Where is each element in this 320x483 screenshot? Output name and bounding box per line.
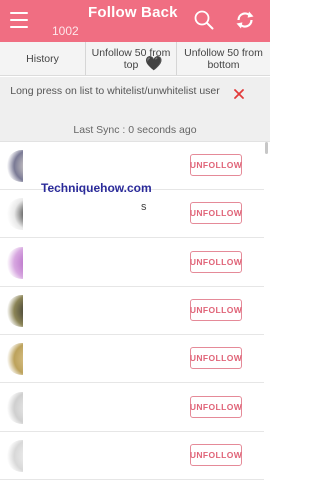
unfollow-button[interactable]: UNFOLLOW (190, 443, 242, 466)
tab-unfollow-50-bottom[interactable]: Unfollow 50 from bottom (177, 42, 270, 75)
follower-count: 1002 (52, 24, 79, 38)
list-item[interactable]: UNFOLLOW (0, 286, 264, 335)
sync-icon[interactable] (234, 9, 256, 31)
unfollow-button[interactable]: UNFOLLOW (190, 202, 242, 225)
unfollow-button[interactable]: UNFOLLOW (190, 298, 242, 321)
app-bar: Follow Back 1002 (0, 0, 270, 42)
unfollow-button[interactable]: UNFOLLOW (190, 347, 242, 370)
close-icon[interactable] (233, 88, 245, 100)
whitelist-hint: Long press on list to whitelist/unwhitel… (10, 85, 220, 97)
username (23, 431, 143, 479)
username (23, 190, 143, 238)
watermark: Techniquehow.com (41, 181, 152, 195)
username (23, 238, 143, 286)
list-item[interactable]: UNFOLLOW (0, 431, 264, 480)
scrollbar[interactable] (265, 142, 268, 154)
app-title: Follow Back (88, 4, 178, 21)
list-item[interactable]: UNFOLLOW (0, 238, 264, 287)
menu-icon[interactable] (10, 12, 28, 28)
username (23, 383, 143, 431)
username (23, 335, 143, 383)
tab-unfollow-50-top[interactable]: Unfollow 50 from top (86, 42, 177, 75)
last-sync-status: Last Sync : 0 seconds ago (73, 124, 197, 136)
list-item[interactable]: UNFOLLOW (0, 383, 264, 432)
unfollow-button[interactable]: UNFOLLOW (190, 250, 242, 273)
tab-history[interactable]: History (0, 42, 86, 75)
list-item[interactable]: UNFOLLOW (0, 335, 264, 384)
search-icon[interactable] (193, 9, 215, 31)
unfollow-button[interactable]: UNFOLLOW (190, 154, 242, 176)
list-item[interactable]: UNFOLLOW (0, 190, 264, 239)
username-fragment: s (141, 201, 147, 213)
tab-bar: History Unfollow 50 from top Unfollow 50… (0, 42, 270, 76)
heart-emoji: 🖤 (145, 55, 163, 71)
username (23, 286, 143, 334)
unfollow-button[interactable]: UNFOLLOW (190, 395, 242, 418)
